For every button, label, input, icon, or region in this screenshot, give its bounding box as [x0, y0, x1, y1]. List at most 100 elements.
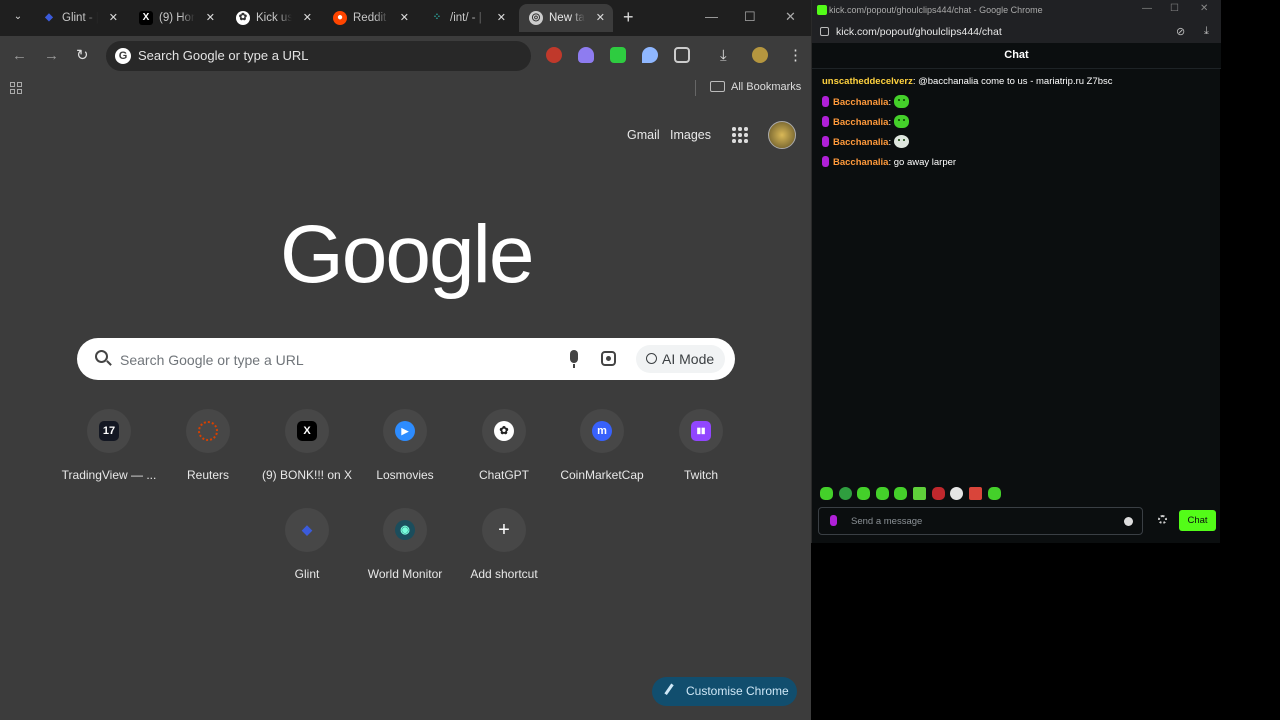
shortcut-tile: ◉: [383, 508, 427, 552]
chat-message-input[interactable]: Send a message: [818, 507, 1143, 535]
ai-mode-button[interactable]: AI Mode: [636, 345, 725, 373]
eye-off-icon[interactable]: ⊘: [1176, 25, 1185, 38]
shortcut-chatgpt[interactable]: ✿ ChatGPT: [455, 409, 553, 482]
emote-icon[interactable]: [820, 487, 833, 500]
download-icon[interactable]: ⤓: [1204, 25, 1209, 38]
close-icon[interactable]: ✕: [497, 4, 506, 32]
shortcut-coinmarketcap[interactable]: m CoinMarketCap: [553, 409, 651, 482]
gear-icon[interactable]: [1158, 515, 1167, 524]
shortcut-x-bonk[interactable]: X (9) BONK!!! on X: [258, 409, 356, 482]
shortcut-losmovies[interactable]: ▶ Losmovies: [356, 409, 454, 482]
close-icon[interactable]: ✕: [206, 4, 215, 32]
tab[interactable]: ⁘ /int/ - | ✕: [420, 4, 514, 32]
minimize-icon[interactable]: —: [1142, 3, 1152, 14]
emote-icon[interactable]: [857, 487, 870, 500]
close-icon[interactable]: ✕: [109, 4, 118, 32]
google-apps-icon[interactable]: [732, 127, 748, 143]
close-icon[interactable]: ✕: [303, 4, 312, 32]
chat-text: :: [888, 117, 892, 128]
chat-text: : @bacchanalia come to us - mariatrip.ru…: [912, 76, 1113, 87]
profile-avatar-icon[interactable]: [752, 47, 768, 63]
chat-input-placeholder: Send a message: [851, 516, 923, 527]
tab-label: (9) Hon: [159, 12, 195, 24]
ai-mode-icon: [646, 353, 657, 364]
chat-username[interactable]: Bacchanalia: [833, 137, 888, 148]
shortcut-world-monitor[interactable]: ◉ World Monitor: [356, 508, 454, 581]
close-icon[interactable]: ✕: [596, 4, 605, 32]
chat-text: :: [888, 97, 892, 108]
popup-url: kick.com/popout/ghoulclips444/chat: [836, 26, 1002, 38]
tab-search-chevron-icon[interactable]: ⌄: [8, 7, 28, 27]
shortcut-tradingview[interactable]: 17 TradingView — ...: [60, 409, 158, 482]
quick-emote-bar: [820, 487, 1020, 501]
emote-icon[interactable]: [913, 487, 926, 500]
chat-username[interactable]: Bacchanalia: [833, 117, 888, 128]
microphone-icon[interactable]: [570, 350, 578, 368]
emote-icon[interactable]: [839, 487, 852, 500]
emote-icon[interactable]: [988, 487, 1001, 500]
tab[interactable]: ✿ Kick us ✕: [226, 4, 320, 32]
google-g-icon: G: [115, 48, 131, 64]
emote-icon[interactable]: [894, 487, 907, 500]
omnibox[interactable]: G Search Google or type a URL: [106, 41, 531, 71]
extension-ghost-icon[interactable]: [578, 47, 594, 63]
shortcut-label: CoinMarketCap: [560, 468, 644, 482]
minimize-icon[interactable]: —: [705, 9, 718, 24]
popup-title-bar: kick.com/popout/ghoulclips444/chat - Goo…: [812, 0, 1221, 21]
chat-message: Bacchanalia:: [822, 135, 910, 148]
extensions-puzzle-icon[interactable]: [674, 47, 690, 63]
google-lens-icon[interactable]: [601, 351, 616, 366]
send-chat-button[interactable]: Chat: [1179, 510, 1216, 531]
emote-icon[interactable]: [950, 487, 963, 500]
add-shortcut-button[interactable]: + Add shortcut: [455, 508, 553, 581]
maximize-icon[interactable]: ☐: [744, 9, 756, 25]
shortcut-glint[interactable]: ◆ Glint: [258, 508, 356, 581]
menu-kebab-icon[interactable]: ⋮: [788, 46, 803, 66]
forward-arrow-icon[interactable]: →: [44, 46, 59, 66]
chrome-icon: ◎: [529, 11, 543, 25]
desktop: ⌄ ◆ Glint - | ✕ X (9) Hon ✕ ✿ Kick us ✕ …: [0, 0, 1280, 720]
all-bookmarks-button[interactable]: All Bookmarks: [710, 81, 801, 93]
kick-chat-window: kick.com/popout/ghoulclips444/chat - Goo…: [811, 0, 1221, 543]
extension-dice-icon[interactable]: [610, 47, 626, 63]
all-bookmarks-label: All Bookmarks: [731, 81, 802, 93]
tab-label: Kick us: [256, 12, 292, 24]
back-arrow-icon[interactable]: ←: [12, 46, 27, 66]
emote-icon[interactable]: [969, 487, 982, 500]
tab[interactable]: ◆ Glint - | ✕: [32, 4, 126, 32]
account-avatar[interactable]: [768, 121, 796, 149]
shortcut-reuters[interactable]: Reuters: [159, 409, 257, 482]
extension-gem-icon[interactable]: [642, 47, 658, 63]
emote-icon[interactable]: [876, 487, 889, 500]
reload-icon[interactable]: ↻: [76, 46, 89, 66]
tab-active[interactable]: ◎ New ta ✕: [519, 4, 613, 32]
new-tab-plus-icon[interactable]: +: [623, 8, 634, 26]
apps-grid-icon[interactable]: [10, 82, 24, 96]
maximize-icon[interactable]: ☐: [1170, 3, 1179, 14]
chat-username[interactable]: unscathеddecelverz: [822, 76, 913, 87]
google-logo: Google: [280, 209, 534, 300]
chat-username[interactable]: Bacchanalia: [833, 97, 888, 108]
folder-icon: [710, 81, 725, 92]
close-window-icon[interactable]: ✕: [1200, 3, 1208, 14]
gmail-link[interactable]: Gmail: [627, 128, 660, 142]
extension-fox-icon[interactable]: [546, 47, 562, 63]
tab[interactable]: X (9) Hon ✕: [129, 4, 223, 32]
download-icon[interactable]: ⤓: [720, 46, 727, 66]
site-info-icon[interactable]: [820, 27, 829, 36]
customise-chrome-button[interactable]: Customise Chrome: [652, 677, 797, 706]
images-link[interactable]: Images: [670, 128, 711, 142]
emoji-icon[interactable]: [1124, 517, 1133, 526]
shortcut-twitch[interactable]: ▮▮ Twitch: [652, 409, 750, 482]
chat-username[interactable]: Bacchanalia: [833, 157, 888, 168]
glint-icon: ◆: [302, 522, 312, 537]
ntp-search-box[interactable]: Search Google or type a URL AI Mode: [77, 338, 735, 380]
close-window-icon[interactable]: ✕: [785, 9, 796, 25]
shortcut-tile: ▮▮: [679, 409, 723, 453]
chatgpt-icon: ✿: [236, 11, 250, 25]
chat-header: Chat: [812, 43, 1221, 69]
shortcut-label: TradingView — ...: [61, 468, 157, 482]
close-icon[interactable]: ✕: [400, 4, 409, 32]
emote-icon[interactable]: [932, 487, 945, 500]
tab[interactable]: ● Reddit ✕: [323, 4, 417, 32]
